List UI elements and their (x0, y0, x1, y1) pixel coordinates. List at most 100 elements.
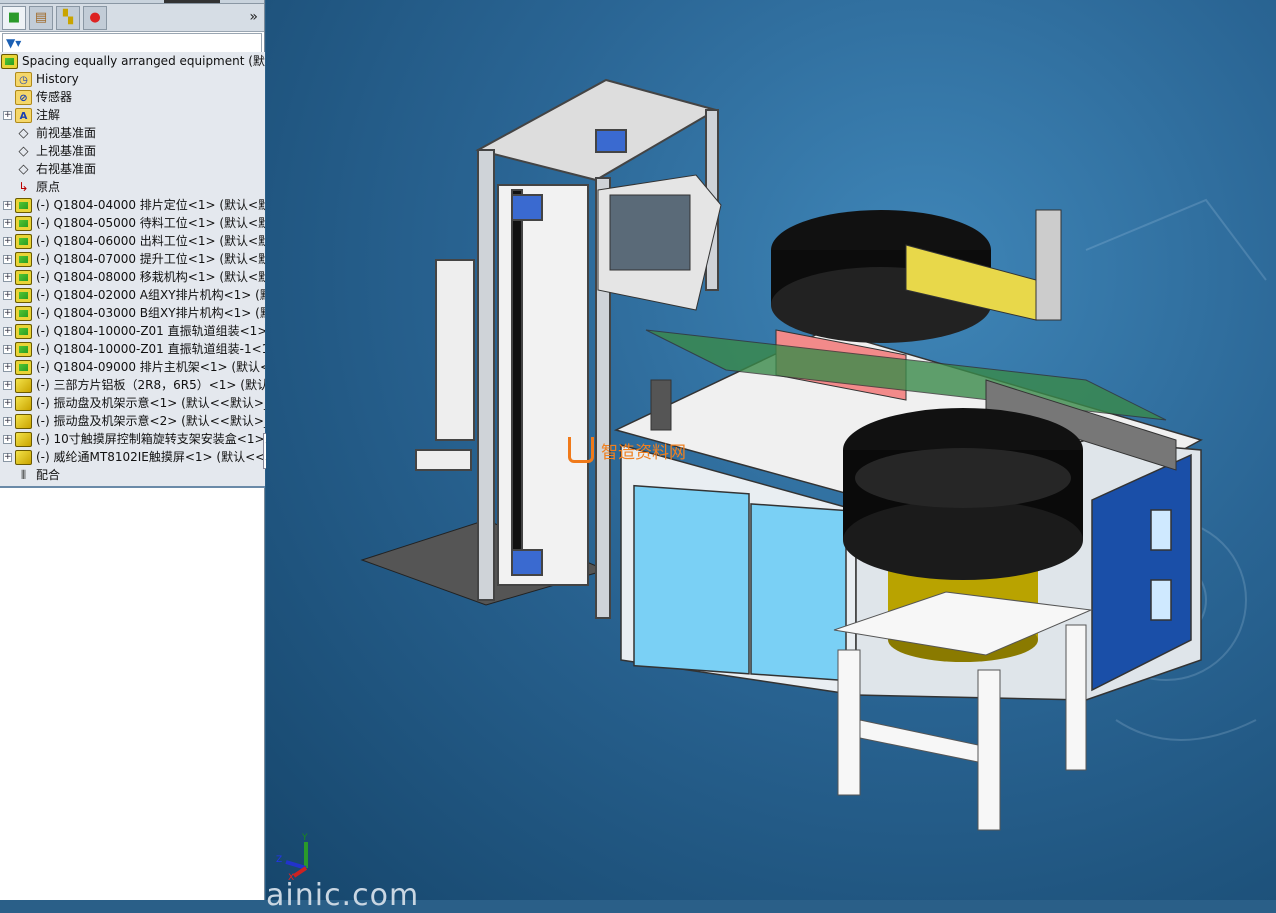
tree-item-label: History (36, 72, 79, 86)
tree-item[interactable]: ◇ 上视基准面 (0, 142, 97, 160)
triad-x-label: X (288, 873, 294, 880)
triad-z-label: Z (276, 855, 282, 865)
tree-item[interactable]: + (-) Q1804-05000 待料工位<1> (默认<默 (0, 214, 265, 232)
graphics-viewport[interactable]: 智造资料网 ainic.com Y Z X (266, 0, 1276, 913)
tree-item-label: (-) Q1804-10000-Z01 直振轨道组装<1> (36, 324, 265, 338)
tree-item[interactable]: + (-) 三部方片铝板（2R8，6R5）<1> (默认 (0, 376, 265, 394)
tree-item[interactable]: ◇ 右视基准面 (0, 160, 97, 178)
tree-item-label: 传感器 (36, 90, 73, 104)
expand-toggle[interactable]: + (3, 326, 12, 336)
tree-item[interactable]: + (-) Q1804-06000 出料工位<1> (默认<默 (0, 232, 265, 250)
property-manager-icon: ▤ (34, 10, 48, 25)
tree-item-label: (-) Q1804-07000 提升工位<1> (默认<默 (36, 252, 265, 266)
expand-toggle[interactable]: + (3, 416, 12, 426)
display-manager-icon: ● (89, 10, 101, 25)
tree-item[interactable]: + (-) 10寸触摸屏控制箱旋转支架安装盒<1> (0, 430, 265, 448)
feature-manager-icon: ■ (7, 10, 21, 25)
plane-icon: ◇ (18, 143, 29, 159)
expand-toggle[interactable]: + (3, 362, 12, 372)
watermark-text: 智造资料网 (601, 443, 686, 463)
expand-toggle[interactable]: + (3, 344, 12, 354)
part-assembly-icon (15, 431, 32, 447)
tree-item[interactable]: + (-) Q1804-02000 A组XY排片机构<1> (默 (0, 286, 265, 304)
configuration-manager-tab[interactable]: ▚ (56, 5, 80, 30)
subassembly-icon (15, 359, 32, 375)
plane-icon: ◇ (18, 161, 29, 177)
x-axis-icon (292, 866, 308, 878)
feature-manager-tab[interactable]: ■ (2, 5, 26, 30)
tree-item-label: 右视基准面 (36, 162, 97, 176)
subassembly-icon (15, 251, 32, 267)
tree-item-label: (-) Q1804-05000 待料工位<1> (默认<默 (36, 216, 265, 230)
plane-icon: ◇ (18, 125, 29, 141)
triad-y-label: Y (301, 833, 308, 843)
mates-icon: ⫴ (20, 467, 27, 482)
tree-item-label: 前视基准面 (36, 126, 97, 140)
configuration-manager-icon: ▚ (63, 10, 73, 25)
tree-item-label: 配合 (36, 468, 61, 482)
tree-item-label: (-) 威纶通MT8102IE触摸屏<1> (默认<< (36, 450, 265, 464)
watermark-logo (568, 437, 594, 463)
expand-toggle[interactable]: + (3, 290, 12, 300)
expand-toggle[interactable]: + (3, 272, 12, 282)
tree-item[interactable]: + (-) Q1804-09000 排片主机架<1> (默认< (0, 358, 265, 376)
tree-item[interactable]: ◇ 前视基准面 (0, 124, 97, 142)
tree-item[interactable]: ◷ History (0, 70, 79, 88)
tree-item-label: Spacing equally arranged equipment (默认 (22, 54, 265, 68)
tree-item[interactable]: + A 注解 (0, 106, 60, 124)
tree-item[interactable]: + (-) Q1804-07000 提升工位<1> (默认<默 (0, 250, 265, 268)
tree-root[interactable]: Spacing equally arranged equipment (默认 (0, 52, 265, 70)
tree-item[interactable]: ↳ 原点 (0, 178, 60, 196)
expand-toggle[interactable]: + (3, 218, 12, 228)
tree-item[interactable]: + (-) Q1804-10000-Z01 直振轨道组装-1<1 (0, 340, 265, 358)
tree-item[interactable]: + (-) Q1804-04000 排片定位<1> (默认<默 (0, 196, 265, 214)
subassembly-icon (15, 305, 32, 321)
expand-toggle[interactable]: + (3, 398, 12, 408)
annotations-folder-icon: A (15, 107, 32, 123)
tree-item-label: 原点 (36, 180, 61, 194)
tree-item[interactable]: ⊘ 传感器 (0, 88, 72, 106)
display-manager-tab[interactable]: ● (83, 5, 107, 30)
assembly-model (360, 78, 1267, 831)
expand-toggle[interactable]: + (3, 236, 12, 246)
part-assembly-icon (15, 413, 32, 429)
more-tabs-button[interactable]: » (249, 9, 258, 25)
expand-toggle[interactable]: + (3, 200, 12, 210)
part-assembly-icon (15, 449, 32, 465)
subassembly-icon (15, 287, 32, 303)
tree-item[interactable]: ⫴ 配合 (0, 466, 60, 484)
tree-item-label: (-) Q1804-10000-Z01 直振轨道组装-1<1 (36, 342, 265, 356)
tree-item[interactable]: + (-) Q1804-10000-Z01 直振轨道组装<1> (0, 322, 265, 340)
expand-toggle[interactable]: + (3, 380, 12, 390)
tree-item-label: 上视基准面 (36, 144, 97, 158)
tree-item-label: (-) 振动盘及机架示意<2> (默认<<默认>_ (36, 414, 265, 428)
tree-item-label: (-) 10寸触摸屏控制箱旋转支架安装盒<1> (36, 432, 265, 446)
tree-item[interactable]: + (-) 振动盘及机架示意<2> (默认<<默认>_ (0, 412, 265, 430)
part-assembly-icon (15, 377, 32, 393)
subassembly-icon (15, 341, 32, 357)
expand-toggle[interactable]: + (3, 452, 12, 462)
tree-item-label: (-) Q1804-08000 移栽机构<1> (默认<默 (36, 270, 265, 284)
subassembly-icon (15, 269, 32, 285)
tree-item[interactable]: + (-) Q1804-03000 B组XY排片机构<1> (默 (0, 304, 265, 322)
panel-tabs: ■ ▤ ▚ ● » (0, 4, 264, 32)
tree-item[interactable]: + (-) 振动盘及机架示意<1> (默认<<默认>_ (0, 394, 265, 412)
expand-toggle[interactable]: + (3, 254, 12, 264)
sensors-folder-icon: ⊘ (15, 89, 32, 105)
expand-toggle[interactable]: + (3, 110, 12, 120)
tree-item[interactable]: + (-) 威纶通MT8102IE触摸屏<1> (默认<< (0, 448, 265, 466)
expand-toggle[interactable]: + (3, 434, 12, 444)
assembly-icon (1, 53, 18, 69)
tree-filter[interactable]: ▼▾ (2, 33, 262, 53)
tree-item[interactable]: + (-) Q1804-08000 移栽机构<1> (默认<默 (0, 268, 265, 286)
subassembly-icon (15, 233, 32, 249)
filter-icon: ▼▾ (6, 36, 22, 50)
expand-toggle[interactable]: + (3, 308, 12, 318)
tree-item-label: 注解 (36, 108, 61, 122)
tree-item-label: (-) Q1804-04000 排片定位<1> (默认<默 (36, 198, 265, 212)
subassembly-icon (15, 215, 32, 231)
tree-item-label: (-) Q1804-09000 排片主机架<1> (默认< (36, 360, 265, 374)
feature-manager-panel: ■ ▤ ▚ ● » ▼▾ Spacing equally arranged eq… (0, 0, 272, 900)
property-manager-tab[interactable]: ▤ (29, 5, 53, 30)
tree-item-label: (-) Q1804-06000 出料工位<1> (默认<默 (36, 234, 265, 248)
